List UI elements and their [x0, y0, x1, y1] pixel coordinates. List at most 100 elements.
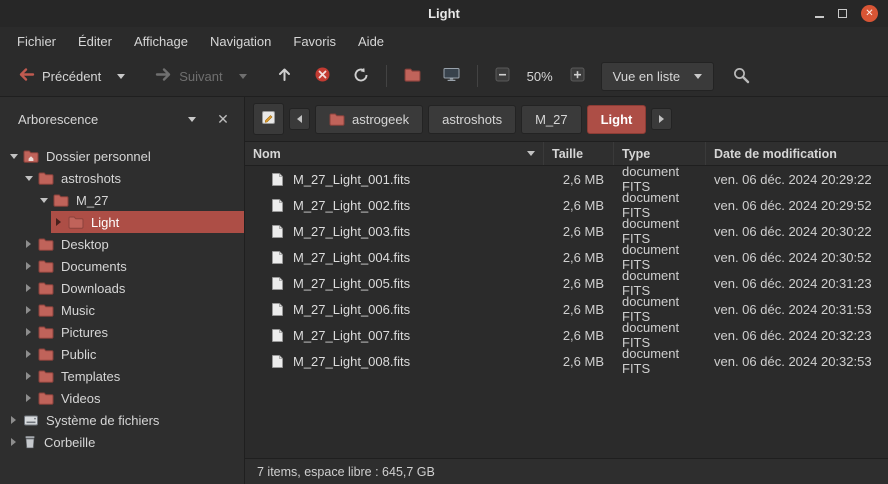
folder-icon	[329, 113, 345, 126]
tree-item-templates[interactable]: Templates	[0, 365, 244, 387]
search-button[interactable]	[724, 60, 758, 93]
menu-editer[interactable]: Éditer	[67, 30, 123, 53]
expander-open-icon[interactable]	[21, 176, 36, 181]
up-button[interactable]	[269, 61, 300, 91]
expander-open-icon[interactable]	[6, 154, 21, 159]
folder-icon	[38, 304, 54, 317]
maximize-button[interactable]	[838, 6, 847, 21]
file-name-cell: M_27_Light_007.fits	[245, 322, 544, 348]
menu-favoris[interactable]: Favoris	[282, 30, 347, 53]
search-icon	[732, 66, 750, 87]
minimize-icon	[815, 16, 824, 18]
tree-item-music[interactable]: Music	[0, 299, 244, 321]
folder-icon	[38, 260, 54, 273]
file-type: document FITS	[614, 322, 706, 348]
tree-item-desktop[interactable]: Desktop	[0, 233, 244, 255]
file-type: document FITS	[614, 166, 706, 192]
column-header-type[interactable]: Type	[614, 142, 706, 165]
edit-path-button[interactable]	[253, 103, 284, 135]
sidebar-mode-label: Arborescence	[18, 112, 98, 127]
file-name: M_27_Light_005.fits	[293, 276, 410, 291]
file-size: 2,6 MB	[544, 166, 614, 192]
file-name: M_27_Light_004.fits	[293, 250, 410, 265]
pathbar-button-astroshots[interactable]: astroshots	[428, 105, 516, 134]
zoom-out-button[interactable]	[487, 61, 518, 91]
pathbar-button-m-27[interactable]: M_27	[521, 105, 582, 134]
expander-closed-icon[interactable]	[51, 218, 66, 226]
desktop-button[interactable]	[435, 61, 468, 91]
view-mode-label: Vue en liste	[613, 69, 680, 84]
pathbar-button-light[interactable]: Light	[587, 105, 647, 134]
menu-aide[interactable]: Aide	[347, 30, 395, 53]
back-button[interactable]: Précédent	[10, 61, 109, 91]
tree-item-light[interactable]: Light	[0, 211, 244, 233]
expander-closed-icon[interactable]	[21, 328, 36, 336]
tree-item-downloads[interactable]: Downloads	[0, 277, 244, 299]
chevron-down-icon	[694, 74, 702, 79]
file-name: M_27_Light_008.fits	[293, 354, 410, 369]
file-name-cell: M_27_Light_001.fits	[245, 166, 544, 192]
table-row[interactable]: M_27_Light_001.fits2,6 MBdocument FITSve…	[245, 166, 888, 192]
column-header-modified[interactable]: Date de modification	[706, 142, 888, 165]
table-row[interactable]: M_27_Light_002.fits2,6 MBdocument FITSve…	[245, 192, 888, 218]
expander-closed-icon[interactable]	[21, 394, 36, 402]
file-size: 2,6 MB	[544, 270, 614, 296]
close-button[interactable]: ✕	[861, 5, 878, 22]
expander-closed-icon[interactable]	[21, 284, 36, 292]
reload-icon	[353, 67, 369, 86]
forward-button[interactable]: Suivant	[147, 61, 230, 91]
table-row[interactable]: M_27_Light_006.fits2,6 MBdocument FITSve…	[245, 296, 888, 322]
tree-item-videos[interactable]: Videos	[0, 387, 244, 409]
folder-icon	[38, 348, 54, 361]
folder-icon	[53, 194, 69, 207]
expander-open-icon[interactable]	[36, 198, 51, 203]
minimize-button[interactable]	[815, 6, 824, 21]
reload-button[interactable]	[345, 61, 377, 92]
column-header-name[interactable]: Nom	[245, 142, 544, 165]
expander-closed-icon[interactable]	[6, 416, 21, 424]
menu-fichier[interactable]: Fichier	[6, 30, 67, 53]
expander-closed-icon[interactable]	[6, 438, 21, 446]
window-title: Light	[428, 6, 460, 21]
table-row[interactable]: M_27_Light_007.fits2,6 MBdocument FITSve…	[245, 322, 888, 348]
path-scroll-right-button[interactable]	[651, 108, 672, 130]
file-icon	[271, 198, 284, 213]
expander-closed-icon[interactable]	[21, 306, 36, 314]
back-history-dropdown[interactable]	[109, 68, 133, 85]
table-row[interactable]: M_27_Light_005.fits2,6 MBdocument FITSve…	[245, 270, 888, 296]
tree-item-dossier-personnel[interactable]: Dossier personnel	[0, 145, 244, 167]
expander-closed-icon[interactable]	[21, 262, 36, 270]
file-size: 2,6 MB	[544, 348, 614, 374]
file-name: M_27_Light_003.fits	[293, 224, 410, 239]
forward-history-dropdown[interactable]	[231, 68, 255, 85]
stop-button[interactable]	[306, 60, 339, 92]
tree-item-public[interactable]: Public	[0, 343, 244, 365]
sidebar-close-button[interactable]: ✕	[210, 106, 236, 132]
tree-item-systeme-de-fichiers[interactable]: Système de fichiers	[0, 409, 244, 431]
pathbar-button-astrogeek[interactable]: astrogeek	[315, 105, 423, 134]
file-manager-window: Light ✕ FichierÉditerAffichageNavigation…	[0, 0, 888, 484]
column-header-size[interactable]: Taille	[544, 142, 614, 165]
expander-closed-icon[interactable]	[21, 350, 36, 358]
zoom-in-button[interactable]	[562, 61, 593, 91]
tree-item-astroshots[interactable]: astroshots	[0, 167, 244, 189]
table-row[interactable]: M_27_Light_004.fits2,6 MBdocument FITSve…	[245, 244, 888, 270]
expander-closed-icon[interactable]	[21, 240, 36, 248]
path-scroll-left-button[interactable]	[289, 108, 310, 130]
tree-item-documents[interactable]: Documents	[0, 255, 244, 277]
home-button[interactable]	[396, 62, 429, 91]
tree-item-corbeille[interactable]: Corbeille	[0, 431, 244, 453]
file-type: document FITS	[614, 348, 706, 374]
expander-closed-icon[interactable]	[21, 372, 36, 380]
stop-icon	[314, 66, 331, 86]
menu-affichage[interactable]: Affichage	[123, 30, 199, 53]
table-row[interactable]: M_27_Light_003.fits2,6 MBdocument FITSve…	[245, 218, 888, 244]
table-row[interactable]: M_27_Light_008.fits2,6 MBdocument FITSve…	[245, 348, 888, 374]
tree-item-m-27[interactable]: M_27	[0, 189, 244, 211]
file-icon	[271, 302, 284, 317]
sidebar-mode-select[interactable]: Arborescence	[8, 106, 206, 133]
window-controls: ✕	[815, 0, 878, 27]
tree-item-pictures[interactable]: Pictures	[0, 321, 244, 343]
menu-navigation[interactable]: Navigation	[199, 30, 282, 53]
view-mode-select[interactable]: Vue en liste	[601, 62, 714, 91]
